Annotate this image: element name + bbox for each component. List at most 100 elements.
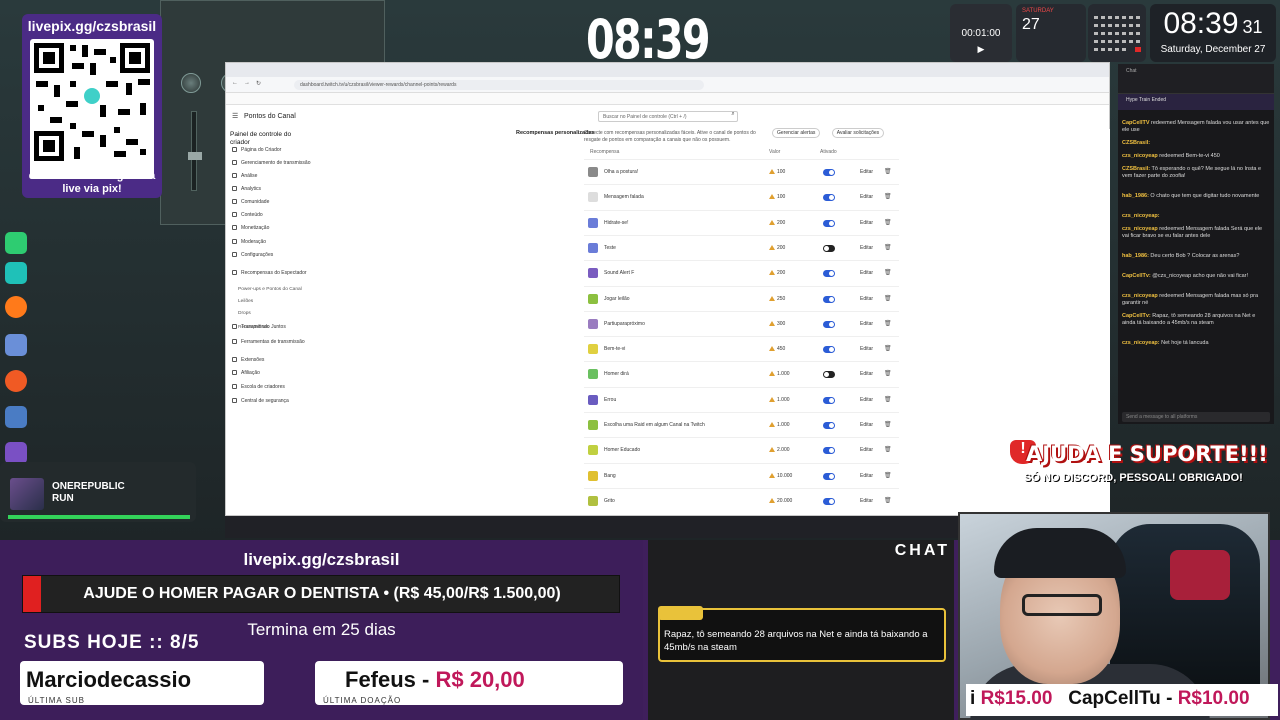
delete-icon[interactable]: 🗑: [884, 497, 892, 504]
reward-row[interactable]: Sound Alert F 200 Editar 🗑: [584, 260, 899, 285]
app-icon[interactable]: [5, 370, 27, 392]
reward-toggle[interactable]: [823, 194, 835, 202]
chat-user[interactable]: czs_nicoyeap: [1122, 226, 1158, 232]
edit-button[interactable]: Editar: [860, 498, 873, 504]
sidebar-subitem[interactable]: Power-ups e Pontos do Canal: [238, 287, 302, 292]
sidebar-subitem[interactable]: Drops: [238, 311, 251, 316]
delete-icon[interactable]: 🗑: [884, 320, 892, 327]
reward-row[interactable]: Teste 200 Editar 🗑: [584, 234, 899, 260]
knob-icon[interactable]: [181, 73, 201, 93]
reward-row[interactable]: Hidrate-se! 200 Editar 🗑: [584, 209, 899, 235]
delete-icon[interactable]: 🗑: [884, 396, 892, 403]
reward-toggle[interactable]: [823, 472, 835, 480]
sidebar-item[interactable]: Recompensas do Espectador: [232, 270, 307, 276]
delete-icon[interactable]: 🗑: [884, 345, 892, 352]
chat-user[interactable]: CZSBrasil:: [1122, 140, 1150, 146]
edit-button[interactable]: Editar: [860, 194, 873, 200]
chat-user[interactable]: CapCellTV: [1122, 120, 1150, 126]
edit-button[interactable]: Editar: [860, 296, 873, 302]
sidebar-item[interactable]: Ferramentas de transmissão: [232, 339, 305, 345]
sidebar-subitem[interactable]: Leilões: [238, 299, 253, 304]
reward-row[interactable]: Bem-te-vi 450 Editar 🗑: [584, 336, 899, 361]
timer-widget[interactable]: 00:01:00 ▶: [950, 4, 1012, 62]
col-cost[interactable]: Valor: [769, 149, 780, 155]
edit-button[interactable]: Editar: [860, 422, 873, 428]
edit-button[interactable]: Editar: [860, 346, 873, 352]
reward-toggle[interactable]: [823, 497, 835, 505]
chat-user[interactable]: czs_nicoyeap:: [1122, 213, 1160, 219]
sidebar-item[interactable]: Análise: [232, 173, 257, 179]
chat-user[interactable]: czs_nicoyeap: [1122, 293, 1158, 299]
sidebar-item[interactable]: Moderação: [232, 239, 266, 245]
app-icon[interactable]: [5, 334, 27, 356]
delete-icon[interactable]: 🗑: [884, 168, 892, 175]
firefox-icon[interactable]: [5, 296, 27, 318]
chat-user[interactable]: CapCellTv:: [1122, 313, 1151, 319]
reward-row[interactable]: Homer dirá 1.000 Editar 🗑: [584, 361, 899, 386]
edit-button[interactable]: Editar: [860, 447, 873, 453]
edit-button[interactable]: Editar: [860, 245, 873, 251]
bookmarks-bar[interactable]: [226, 93, 1109, 105]
sidebar-item[interactable]: Gerenciamento de transmissão: [232, 160, 310, 166]
chat-tab[interactable]: Chat: [1126, 68, 1137, 74]
reward-toggle[interactable]: [823, 244, 835, 252]
delete-icon[interactable]: 🗑: [884, 219, 892, 226]
app-icon[interactable]: [5, 262, 27, 284]
reward-toggle[interactable]: [823, 422, 835, 429]
chat-user[interactable]: hab_1986:: [1122, 253, 1149, 259]
chat-user[interactable]: CZSBrasil:: [1122, 166, 1150, 172]
delete-icon[interactable]: 🗑: [884, 370, 892, 377]
url-field[interactable]: dashboard.twitch.tv/u/czsbrasil/viewer-r…: [294, 80, 704, 90]
review-requests-button[interactable]: Avaliar solicitações: [831, 128, 885, 138]
edit-button[interactable]: Editar: [860, 371, 873, 377]
reward-row[interactable]: Errou 1.000 Editar 🗑: [584, 386, 899, 412]
search-input[interactable]: Buscar no Painel de controle (Ctrl + /): [598, 111, 738, 122]
tab-bar[interactable]: [226, 63, 1109, 77]
sidebar-item[interactable]: Configurações: [232, 252, 273, 258]
fader-slider[interactable]: [188, 111, 202, 191]
sidebar-item[interactable]: Afiliação: [232, 370, 260, 376]
reward-toggle[interactable]: [823, 320, 835, 328]
delete-icon[interactable]: 🗑: [884, 193, 892, 200]
forward-icon[interactable]: →: [244, 80, 250, 86]
chat-user[interactable]: czs_nicoyeap: [1122, 153, 1158, 159]
edit-button[interactable]: Editar: [860, 321, 873, 327]
col-reward[interactable]: Recompensa: [590, 149, 619, 155]
reward-row[interactable]: Mensagem falada 100 Editar 🗑: [584, 184, 899, 209]
chat-user[interactable]: hab_1986:: [1122, 193, 1149, 199]
sidebar-item[interactable]: Analytics: [232, 186, 261, 192]
reward-toggle[interactable]: [823, 295, 835, 303]
delete-icon[interactable]: 🗑: [884, 244, 892, 251]
reward-row[interactable]: Bang 10.000 Editar 🗑: [584, 462, 899, 488]
search-icon[interactable]: ⌕: [728, 111, 738, 122]
edit-button[interactable]: Editar: [860, 220, 873, 226]
menu-icon[interactable]: ☰: [232, 112, 238, 120]
reward-toggle[interactable]: [823, 169, 835, 176]
delete-icon[interactable]: 🗑: [884, 472, 892, 479]
chat-input[interactable]: Send a message to all platforms: [1122, 412, 1270, 422]
reward-toggle[interactable]: [823, 219, 835, 227]
chat-window[interactable]: Chat Hype Train Ended CapCellTV redeemed…: [1118, 64, 1274, 424]
sidebar-item[interactable]: Central de segurança: [232, 398, 289, 404]
delete-icon[interactable]: 🗑: [884, 446, 892, 453]
app-icon[interactable]: [5, 442, 27, 464]
reward-row[interactable]: Homer Educado 2.000 Editar 🗑: [584, 437, 899, 462]
delete-icon[interactable]: 🗑: [884, 269, 892, 276]
delete-icon[interactable]: 🗑: [884, 421, 892, 428]
sidebar-item[interactable]: Comunidade: [232, 199, 269, 205]
sidebar-item[interactable]: Extensões: [232, 357, 264, 363]
back-icon[interactable]: ←: [232, 80, 238, 86]
edit-button[interactable]: Editar: [860, 169, 873, 175]
taskbar[interactable]: [225, 516, 970, 538]
sidebar-item[interactable]: Conteúdo: [232, 212, 263, 218]
col-active[interactable]: Ativado: [820, 149, 837, 155]
edit-button[interactable]: Editar: [860, 270, 873, 276]
address-bar[interactable]: ← → ↻ dashboard.twitch.tv/u/czsbrasil/vi…: [226, 77, 1109, 93]
sidebar-item[interactable]: Escola de criadores: [232, 384, 285, 390]
reward-toggle[interactable]: [823, 346, 835, 354]
browser-window[interactable]: ← → ↻ dashboard.twitch.tv/u/czsbrasil/vi…: [225, 62, 1110, 516]
reward-toggle[interactable]: [823, 371, 835, 379]
edit-button[interactable]: Editar: [860, 473, 873, 479]
reward-row[interactable]: Jogar leilão 250 Editar 🗑: [584, 285, 899, 311]
reward-toggle[interactable]: [823, 396, 835, 404]
